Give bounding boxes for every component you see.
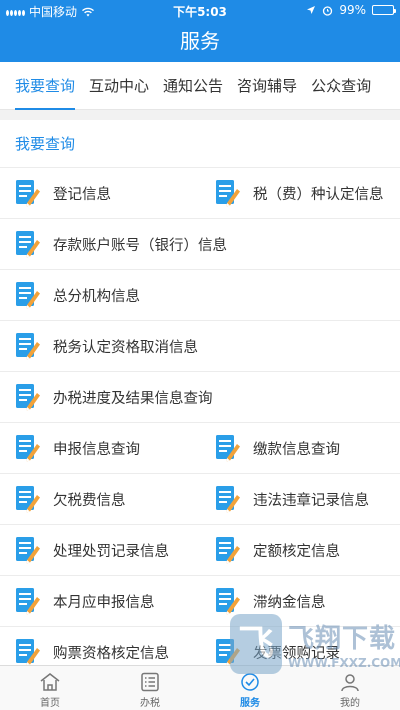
list-row: 购票资格核定信息 发票领购记录 (0, 627, 400, 665)
list-item-label: 总分机构信息 (53, 288, 140, 305)
list-item-label: 欠税费信息 (53, 492, 126, 509)
tabbar-service[interactable]: 服务 (200, 666, 300, 710)
tabbar-label: 服务 (240, 698, 260, 709)
document-edit-icon (215, 536, 241, 564)
list-item[interactable]: 缴款信息查询 (200, 423, 400, 473)
home-icon (40, 673, 60, 691)
location-arrow-icon (307, 6, 316, 14)
battery-percent: 99% (339, 3, 366, 17)
list-item-label: 定额核定信息 (253, 543, 340, 560)
tab-notices[interactable]: 通知公告 (156, 62, 230, 110)
list-item-label: 申报信息查询 (53, 441, 140, 458)
list-item[interactable]: 处理处罚记录信息 (0, 525, 200, 575)
service-icon (241, 673, 259, 691)
list-row: 存款账户账号（银行）信息 (0, 219, 400, 270)
query-list: 我要查询 登记信息 税（费）种认定信息 存款账户账号（银行）信息 总分机构信息 … (0, 120, 400, 665)
list-item[interactable]: 定额核定信息 (200, 525, 400, 575)
list-item[interactable]: 申报信息查询 (0, 423, 200, 473)
list-row: 本月应申报信息 滞纳金信息 (0, 576, 400, 627)
list-icon (141, 672, 159, 692)
tabbar-tax[interactable]: 办税 (100, 666, 200, 710)
document-edit-icon (215, 179, 241, 207)
list-item[interactable]: 违法违章记录信息 (200, 474, 400, 524)
tab-interaction[interactable]: 互动中心 (82, 62, 156, 110)
list-item[interactable]: 发票领购记录 (200, 627, 400, 665)
list-item-label: 办税进度及结果信息查询 (53, 390, 213, 407)
tabbar-mine[interactable]: 我的 (300, 666, 400, 710)
page-title: 服务 (0, 20, 400, 62)
tab-query[interactable]: 我要查询 (8, 62, 82, 110)
list-item-label: 处理处罚记录信息 (53, 543, 169, 560)
list-item[interactable]: 税（费）种认定信息 (200, 168, 400, 218)
list-item-label: 缴款信息查询 (253, 441, 340, 458)
user-icon (341, 674, 359, 692)
section-title: 我要查询 (0, 120, 400, 168)
tabbar-label: 我的 (340, 698, 360, 709)
list-row: 税务认定资格取消信息 (0, 321, 400, 372)
list-item-label: 购票资格核定信息 (53, 645, 169, 662)
list-item[interactable]: 总分机构信息 (0, 270, 400, 320)
top-tabs: 我要查询 互动中心 通知公告 咨询辅导 公众查询 (0, 62, 400, 110)
list-item-label: 税务认定资格取消信息 (53, 339, 198, 356)
list-item[interactable]: 登记信息 (0, 168, 200, 218)
list-row: 申报信息查询 缴款信息查询 (0, 423, 400, 474)
tab-consulting[interactable]: 咨询辅导 (230, 62, 304, 110)
document-edit-icon (215, 587, 241, 615)
list-item-label: 本月应申报信息 (53, 594, 155, 611)
status-bar: 中国移动 下午5:03 99% (0, 0, 400, 20)
bottom-tabbar: 首页 办税 服务 我的 (0, 665, 400, 710)
document-edit-icon (15, 587, 41, 615)
list-item[interactable]: 存款账户账号（银行）信息 (0, 219, 400, 269)
list-row: 办税进度及结果信息查询 (0, 372, 400, 423)
document-edit-icon (15, 281, 41, 309)
list-item-label: 存款账户账号（银行）信息 (53, 237, 227, 254)
list-item[interactable]: 办税进度及结果信息查询 (0, 372, 400, 422)
alarm-icon (323, 5, 333, 16)
list-item-label: 登记信息 (53, 186, 111, 203)
list-item-label: 税（费）种认定信息 (253, 186, 384, 203)
list-row: 欠税费信息 违法违章记录信息 (0, 474, 400, 525)
document-edit-icon (15, 332, 41, 360)
list-item-label: 违法违章记录信息 (253, 492, 369, 509)
list-row: 处理处罚记录信息 定额核定信息 (0, 525, 400, 576)
document-edit-icon (215, 638, 241, 665)
list-item[interactable]: 税务认定资格取消信息 (0, 321, 400, 371)
document-edit-icon (15, 230, 41, 258)
document-edit-icon (15, 179, 41, 207)
list-item[interactable]: 滞纳金信息 (200, 576, 400, 626)
tabbar-label: 办税 (140, 698, 160, 709)
list-item[interactable]: 欠税费信息 (0, 474, 200, 524)
tabbar-label: 首页 (40, 698, 60, 709)
list-item[interactable]: 购票资格核定信息 (0, 627, 200, 665)
document-edit-icon (15, 536, 41, 564)
document-edit-icon (15, 485, 41, 513)
list-item[interactable]: 本月应申报信息 (0, 576, 200, 626)
list-row: 登记信息 税（费）种认定信息 (0, 168, 400, 219)
document-edit-icon (15, 434, 41, 462)
tab-public-query[interactable]: 公众查询 (304, 62, 378, 110)
list-item-label: 发票领购记录 (253, 645, 340, 662)
document-edit-icon (215, 485, 241, 513)
battery-icon (372, 5, 396, 15)
list-row: 总分机构信息 (0, 270, 400, 321)
document-edit-icon (15, 383, 41, 411)
tabbar-home[interactable]: 首页 (0, 666, 100, 710)
document-edit-icon (215, 434, 241, 462)
document-edit-icon (15, 638, 41, 665)
list-item-label: 滞纳金信息 (253, 594, 326, 611)
